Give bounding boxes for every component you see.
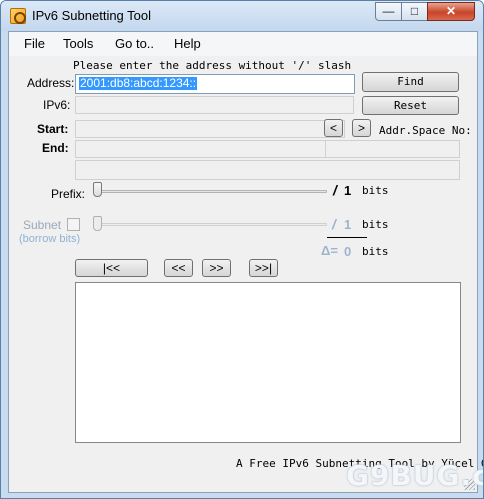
window-title: IPv6 Subnetting Tool — [32, 8, 152, 23]
subnet-sublabel: (borrow bits) — [19, 233, 81, 245]
start-label: Start: — [37, 122, 69, 136]
range-next-button[interactable]: > — [352, 119, 371, 137]
ipv6-field — [75, 96, 354, 114]
next-page-button[interactable]: >> — [202, 259, 231, 277]
delta-label: Δ= — [321, 243, 338, 258]
client-area: File Tools Go to.. Help Please enter the… — [8, 31, 483, 493]
subnet-slider-thumb — [93, 216, 102, 231]
main-window: IPv6 Subnetting Tool — □ ✕ File Tools Go… — [0, 0, 484, 499]
close-button[interactable]: ✕ — [427, 2, 475, 21]
subnet-checkbox[interactable] — [67, 218, 80, 231]
menu-goto[interactable]: Go to.. — [115, 36, 154, 51]
subnet-listbox[interactable] — [75, 282, 461, 443]
minimize-button[interactable]: — — [375, 2, 402, 21]
title-bar[interactable]: IPv6 Subnetting Tool — □ ✕ — [1, 1, 483, 31]
first-page-button[interactable]: |<< — [75, 259, 148, 277]
hint-text: Please enter the address without '/' sla… — [73, 59, 352, 72]
prefix-slider-track — [97, 190, 327, 193]
find-button[interactable]: Find — [362, 72, 459, 92]
prefix-value: 1 — [344, 183, 352, 198]
address-input[interactable]: 2001:db8:abcd:1234:: — [75, 74, 355, 94]
reset-button[interactable]: Reset — [362, 96, 459, 115]
prefix-slider-thumb[interactable] — [93, 182, 102, 197]
addr-space-field — [325, 140, 460, 158]
prev-page-button[interactable]: << — [164, 259, 193, 277]
delta-unit: bits — [362, 245, 389, 258]
menu-file[interactable]: File — [24, 36, 45, 51]
start-field — [75, 120, 345, 138]
prefix-label: Prefix: — [51, 187, 86, 201]
app-icon — [10, 8, 26, 24]
address-value: 2001:db8:abcd:1234:: — [79, 76, 198, 90]
subnet-divider — [327, 237, 367, 238]
menu-help[interactable]: Help — [174, 36, 201, 51]
menu-bar: File Tools Go to.. Help — [9, 32, 477, 56]
subnet-label: Subnet — [23, 218, 62, 232]
prefix-slash: / — [333, 182, 337, 198]
prefix-unit: bits — [362, 184, 389, 197]
watermark-logo: G9BUG.com — [346, 459, 483, 492]
maximize-button[interactable]: □ — [401, 2, 428, 21]
subnet-value: 1 — [344, 217, 352, 232]
end-field — [75, 140, 345, 158]
ipv6-label: IPv6: — [43, 98, 71, 112]
subnet-unit: bits — [362, 218, 389, 231]
address-label: Address: — [27, 76, 75, 90]
range-prev-button[interactable]: < — [324, 119, 343, 137]
delta-value: 0 — [344, 244, 352, 259]
end-label: End: — [42, 141, 69, 155]
addr-space-label: Addr.Space No: — [379, 124, 472, 137]
subnet-slash: / — [332, 216, 336, 232]
info-field — [75, 160, 460, 180]
menu-tools[interactable]: Tools — [63, 36, 93, 51]
last-page-button[interactable]: >>| — [249, 259, 278, 277]
subnet-slider-track — [97, 223, 327, 226]
